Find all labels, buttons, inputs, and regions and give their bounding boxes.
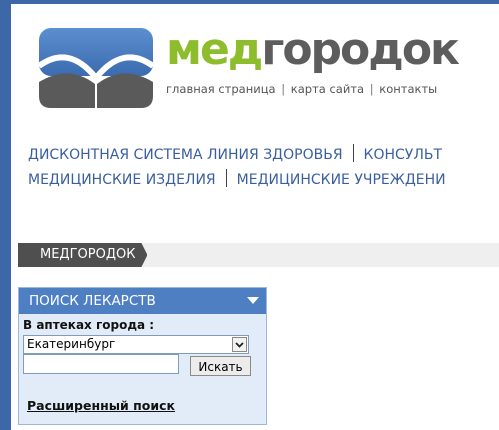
logo-text-part2: городок xyxy=(261,24,460,75)
category-divider xyxy=(352,144,354,162)
sitemap-link[interactable]: карта сайта xyxy=(291,82,364,96)
top-links: главная страница | карта сайта | контакт… xyxy=(166,82,437,96)
advanced-search-link[interactable]: Расширенный поиск xyxy=(27,398,175,413)
drug-search-title: ПОИСК ЛЕКАРСТВ xyxy=(29,293,156,309)
drug-search-header[interactable]: ПОИСК ЛЕКАРСТВ xyxy=(19,288,266,314)
category-row: ДИСКОНТНАЯ СИСТЕМА ЛИНИЯ ЗДОРОВЬЯ КОНСУЛЬ… xyxy=(28,144,499,169)
top-frame-bar xyxy=(0,0,499,4)
category-row: МЕДИЦИНСКИЕ ИЗДЕЛИЯ МЕДИЦИНСКИЕ УЧРЕЖДЕНИ xyxy=(28,169,499,194)
search-button[interactable]: Искать xyxy=(190,356,251,376)
breadcrumb-item-home[interactable]: МЕДГОРОДОК xyxy=(18,243,147,267)
city-select[interactable]: Екатеринбург xyxy=(23,335,249,354)
chevron-down-icon[interactable] xyxy=(232,337,247,352)
category-consult[interactable]: КОНСУЛЬТ xyxy=(364,147,442,163)
logo-text-part1: мед xyxy=(166,24,263,75)
left-frame-bar xyxy=(0,0,11,430)
top-link-separator: | xyxy=(369,82,374,96)
open-book-logo-icon[interactable] xyxy=(37,26,155,110)
category-nav: ДИСКОНТНАЯ СИСТЕМА ЛИНИЯ ЗДОРОВЬЯ КОНСУЛЬ… xyxy=(28,144,499,194)
top-link-separator: | xyxy=(281,82,286,96)
category-medical-products[interactable]: МЕДИЦИНСКИЕ ИЗДЕЛИЯ xyxy=(28,172,216,188)
breadcrumb: МЕДГОРОДОК xyxy=(18,243,499,267)
city-label: В аптеках города : xyxy=(23,318,155,332)
contacts-link[interactable]: контакты xyxy=(379,82,437,96)
category-discount-system[interactable]: ДИСКОНТНАЯ СИСТЕМА ЛИНИЯ ЗДОРОВЬЯ xyxy=(28,147,343,163)
drug-search-panel: ПОИСК ЛЕКАРСТВ В аптеках города : Екатер… xyxy=(18,287,267,425)
triangle-down-icon[interactable] xyxy=(247,297,259,304)
city-select-value: Екатеринбург xyxy=(27,337,116,351)
home-link[interactable]: главная страница xyxy=(166,82,276,96)
category-divider xyxy=(225,169,227,187)
site-logo-text[interactable]: медгородок xyxy=(166,28,460,72)
drug-search-input[interactable] xyxy=(23,354,179,374)
category-medical-institutions[interactable]: МЕДИЦИНСКИЕ УЧРЕЖДЕНИ xyxy=(237,172,446,188)
